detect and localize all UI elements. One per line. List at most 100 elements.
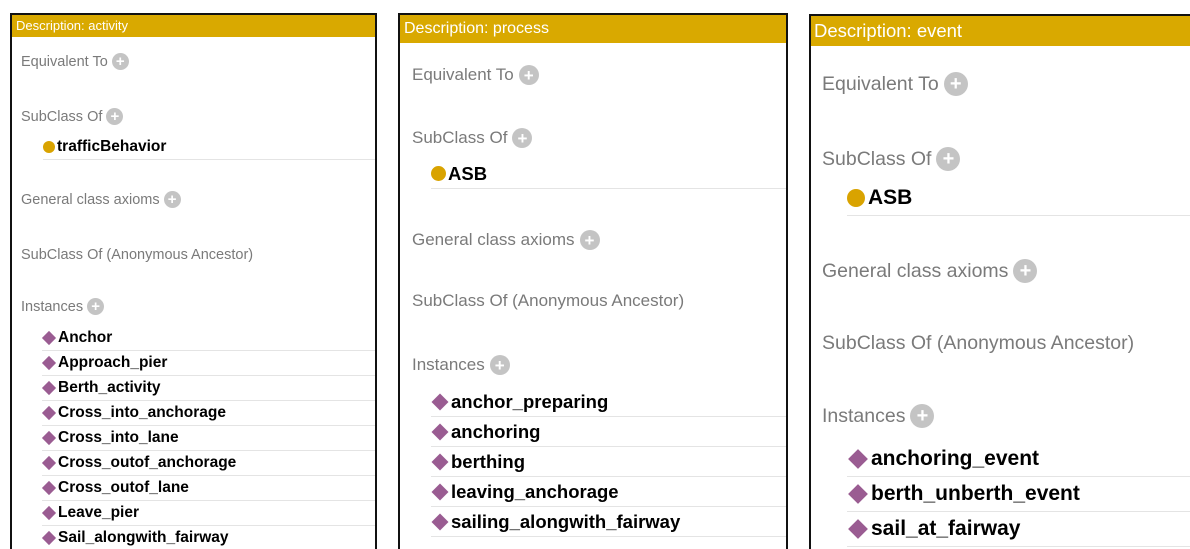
instance-item[interactable]: Cross_into_lane xyxy=(41,426,375,451)
instance-name: Cross_into_lane xyxy=(58,429,179,446)
add-instance-icon[interactable]: + xyxy=(910,404,935,428)
instance-name: anchor_preparing xyxy=(451,390,609,412)
add-subclass-icon[interactable]: + xyxy=(512,128,533,148)
instance-item[interactable]: sail_at_fairway xyxy=(847,512,1190,547)
equivalent-to-label: Equivalent To xyxy=(21,53,108,70)
instances-section: Instances + xyxy=(822,404,935,428)
equivalent-to-section: Equivalent To + xyxy=(412,65,539,85)
anonymous-ancestor-label: SubClass Of (Anonymous Ancestor) xyxy=(412,291,685,310)
instances-label: Instances xyxy=(822,404,906,427)
instance-name: Cross_outof_lane xyxy=(58,479,189,496)
class-dot-icon xyxy=(847,189,865,207)
instance-diamond-icon xyxy=(431,453,449,470)
general-axioms-label: General class axioms xyxy=(412,230,575,249)
instance-name: Cross_into_anchorage xyxy=(58,404,226,421)
subclass-of-label: SubClass Of xyxy=(412,128,508,147)
instance-item[interactable]: anchoring_event xyxy=(847,442,1190,477)
class-dot-icon xyxy=(431,166,446,181)
instances-section: Instances + xyxy=(412,355,510,375)
add-equivalent-icon[interactable]: + xyxy=(111,53,129,70)
instance-diamond-icon xyxy=(41,380,57,396)
instance-item[interactable]: Approach_pier xyxy=(41,351,375,376)
instances-section: Instances + xyxy=(21,298,105,315)
superclass-item[interactable]: trafficBehavior xyxy=(43,135,375,160)
anonymous-ancestor-section: SubClass Of (Anonymous Ancestor) xyxy=(412,291,684,311)
instance-diamond-icon xyxy=(431,393,449,410)
anonymous-ancestor-label: SubClass Of (Anonymous Ancestor) xyxy=(822,332,1135,354)
instance-item[interactable]: leaving_anchorage xyxy=(431,477,786,507)
instance-item[interactable]: sailing_alongwith_fairway xyxy=(431,507,786,537)
instance-item[interactable]: Berth_activity xyxy=(41,376,375,401)
description-panel-activity: Description: activity Equivalent To + Su… xyxy=(10,13,377,549)
instance-diamond-icon xyxy=(41,430,57,446)
instance-name: berthing xyxy=(451,450,525,472)
instance-name: Anchor xyxy=(58,329,113,346)
instance-item[interactable]: berth_unberth_event xyxy=(847,477,1190,512)
instance-name: Berth_activity xyxy=(58,379,161,396)
add-equivalent-icon[interactable]: + xyxy=(518,65,539,85)
instance-diamond-icon xyxy=(41,355,57,371)
add-axiom-icon[interactable]: + xyxy=(1013,259,1038,283)
subclass-of-section: SubClass Of + xyxy=(21,108,124,125)
equivalent-to-section: Equivalent To + xyxy=(21,53,129,70)
add-equivalent-icon[interactable]: + xyxy=(943,72,968,96)
instance-diamond-icon xyxy=(41,480,57,496)
superclass-name: ASB xyxy=(868,186,913,209)
instance-diamond-icon xyxy=(41,405,57,421)
instance-diamond-icon xyxy=(41,330,57,346)
superclass-item[interactable]: ASB xyxy=(431,159,786,189)
general-axioms-section: General class axioms + xyxy=(21,191,181,208)
add-instance-icon[interactable]: + xyxy=(489,355,510,375)
instance-name: leaving_anchorage xyxy=(451,480,619,502)
instance-item[interactable]: Cross_outof_anchorage xyxy=(41,451,375,476)
class-dot-icon xyxy=(43,141,55,153)
instance-item[interactable]: Leave_pier xyxy=(41,501,375,526)
instance-diamond-icon xyxy=(848,484,868,504)
instance-name: anchoring xyxy=(451,420,541,442)
add-subclass-icon[interactable]: + xyxy=(106,108,124,125)
instance-diamond-icon xyxy=(848,449,868,469)
subclass-of-section: SubClass Of + xyxy=(822,147,961,171)
add-axiom-icon[interactable]: + xyxy=(579,230,600,250)
instance-diamond-icon xyxy=(431,423,449,440)
general-axioms-section: General class axioms + xyxy=(412,230,600,250)
instances-label: Instances xyxy=(21,298,84,315)
instance-diamond-icon xyxy=(848,519,868,539)
instance-name: Cross_outof_anchorage xyxy=(58,454,237,471)
anonymous-ancestor-label: SubClass Of (Anonymous Ancestor) xyxy=(21,247,254,263)
instance-item[interactable]: anchor_preparing xyxy=(431,387,786,417)
instance-diamond-icon xyxy=(41,530,57,546)
instance-name: berth_unberth_event xyxy=(871,482,1080,505)
add-instance-icon[interactable]: + xyxy=(87,298,105,315)
instance-name: sailing_alongwith_fairway xyxy=(451,510,681,532)
general-axioms-section: General class axioms + xyxy=(822,259,1038,283)
instance-item[interactable]: Sail_alongwith_fairway xyxy=(41,526,375,549)
instance-item[interactable]: Cross_into_anchorage xyxy=(41,401,375,426)
add-subclass-icon[interactable]: + xyxy=(936,147,961,171)
add-axiom-icon[interactable]: + xyxy=(163,191,181,208)
instance-name: anchoring_event xyxy=(871,447,1040,470)
instance-item[interactable]: Cross_outof_lane xyxy=(41,476,375,501)
instance-item[interactable]: berthing xyxy=(431,447,786,477)
instances-label: Instances xyxy=(412,355,485,374)
equivalent-to-label: Equivalent To xyxy=(822,72,939,95)
instance-item[interactable]: Anchor xyxy=(41,326,375,351)
panel-header: Description: event xyxy=(811,16,1190,46)
instance-item[interactable]: anchoring xyxy=(431,417,786,447)
instance-name: sail_at_fairway xyxy=(871,517,1021,540)
panel-header: Description: process xyxy=(400,15,786,43)
instance-name: Approach_pier xyxy=(58,354,168,371)
instance-diamond-icon xyxy=(431,483,449,500)
subclass-of-label: SubClass Of xyxy=(21,108,103,125)
instance-name: Leave_pier xyxy=(58,504,139,521)
general-axioms-label: General class axioms xyxy=(21,191,160,208)
subclass-of-label: SubClass Of xyxy=(822,147,932,170)
general-axioms-label: General class axioms xyxy=(822,259,1009,282)
equivalent-to-section: Equivalent To + xyxy=(822,72,968,96)
description-panel-event: Description: event Equivalent To + SubCl… xyxy=(809,14,1190,549)
description-panel-process: Description: process Equivalent To + Sub… xyxy=(398,13,788,549)
superclass-item[interactable]: ASB xyxy=(847,181,1190,216)
subclass-of-section: SubClass Of + xyxy=(412,128,533,148)
anonymous-ancestor-section: SubClass Of (Anonymous Ancestor) xyxy=(822,332,1134,355)
instance-diamond-icon xyxy=(41,505,57,521)
